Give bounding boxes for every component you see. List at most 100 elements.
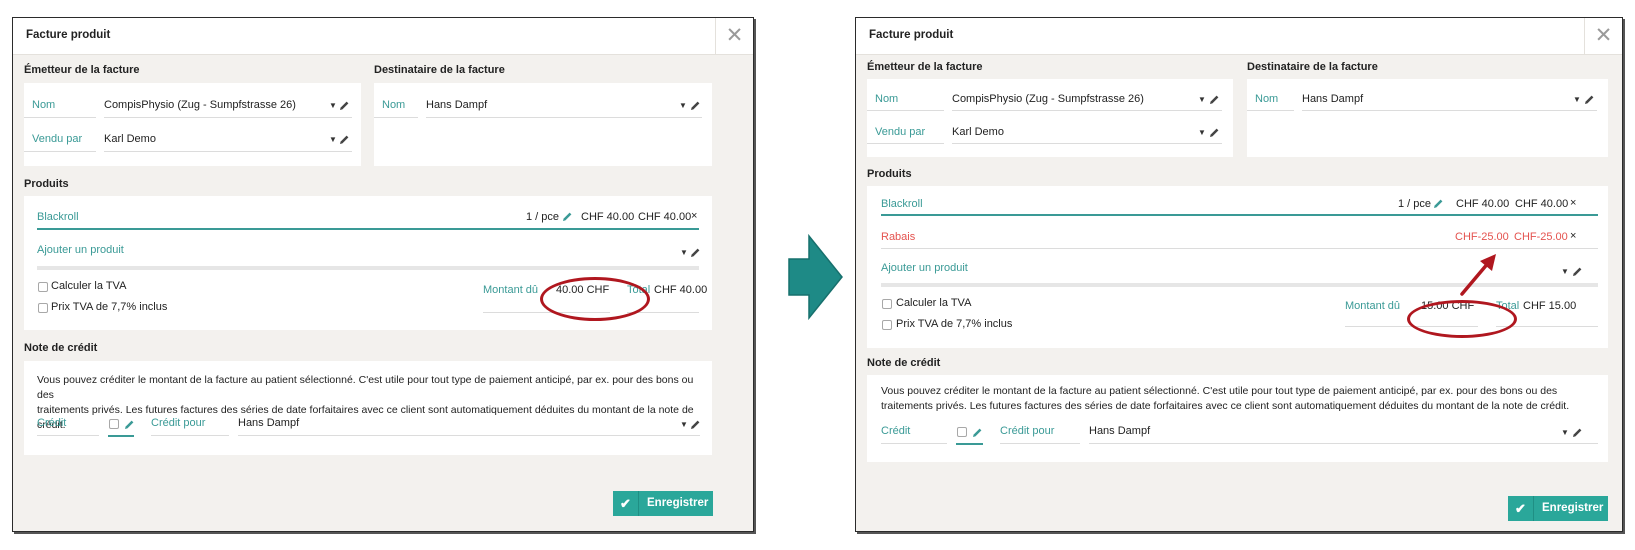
product-divider: [37, 266, 699, 270]
credit-note-section-title: Note de crédit: [24, 342, 98, 354]
credit-label: Crédit: [37, 417, 67, 429]
credit-for-label: Crédit pour: [151, 417, 206, 429]
chevron-down-icon[interactable]: ▼: [680, 248, 688, 257]
recipient-panel: Nom Hans Dampf ▼: [374, 83, 712, 166]
save-button-label: Enregistrer: [647, 497, 709, 509]
credit-note-line: Vous pouvez créditer le montant de la fa…: [881, 385, 1558, 397]
chevron-down-icon[interactable]: ▼: [329, 135, 337, 144]
vat-calc-checkbox[interactable]: [38, 282, 48, 292]
credit-checkbox[interactable]: [109, 419, 119, 429]
discount-name[interactable]: Rabais: [881, 231, 915, 243]
recipient-name-value[interactable]: Hans Dampf: [426, 99, 487, 111]
chevron-down-icon[interactable]: ▼: [679, 101, 687, 110]
pencil-icon[interactable]: [124, 419, 135, 430]
product-name[interactable]: Blackroll: [881, 198, 923, 210]
recipient-section-title: Destinataire de la facture: [374, 64, 505, 76]
product-name[interactable]: Blackroll: [37, 211, 79, 223]
amount-due-label: Montant dû: [1345, 300, 1401, 312]
credit-note-text: Vous pouvez créditer le montant de la fa…: [881, 384, 1603, 414]
remove-icon[interactable]: ×: [1570, 230, 1576, 242]
chevron-down-icon[interactable]: ▼: [1561, 428, 1569, 437]
credit-note-line: traitements privés. Les futures factures…: [881, 400, 1570, 412]
issuer-section-title: Émetteur de la facture: [867, 61, 983, 73]
product-line-total: CHF 40.00: [638, 211, 692, 223]
save-button[interactable]: ✔ Enregistrer: [613, 491, 713, 516]
recipient-panel: Nom Hans Dampf ▼: [1247, 79, 1608, 157]
pencil-icon[interactable]: [690, 419, 701, 430]
credit-note-line: traitements privés. Les futures factures…: [37, 404, 694, 431]
chevron-down-icon[interactable]: ▼: [1561, 267, 1569, 276]
vat-included-checkbox[interactable]: [882, 320, 892, 330]
vat-included-label: Prix TVA de 7,7% inclus: [51, 301, 168, 313]
recipient-section-title: Destinataire de la facture: [1247, 61, 1378, 73]
transition-arrow-icon: [788, 234, 843, 320]
pencil-icon[interactable]: [1572, 427, 1583, 438]
products-section-title: Produits: [867, 168, 912, 180]
issuer-name-value[interactable]: CompisPhysio (Zug - Sumpfstrasse 26): [952, 93, 1144, 105]
add-product-dropdown[interactable]: Ajouter un produit: [881, 262, 968, 274]
vat-calc-checkbox[interactable]: [882, 299, 892, 309]
pencil-icon[interactable]: [690, 247, 701, 258]
annotation-arrow-icon: [1460, 254, 1496, 296]
sold-by-value[interactable]: Karl Demo: [104, 133, 156, 145]
check-icon: ✔: [1508, 496, 1534, 521]
credit-note-section-title: Note de crédit: [867, 357, 941, 369]
remove-icon[interactable]: ×: [691, 210, 697, 222]
discount-unit-price: CHF-25.00: [1455, 231, 1509, 243]
credit-for-value[interactable]: Hans Dampf: [1089, 425, 1150, 437]
credit-note-panel: Vous pouvez créditer le montant de la fa…: [24, 361, 712, 455]
issuer-panel: Nom CompisPhysio (Zug - Sumpfstrasse 26)…: [24, 83, 361, 166]
recipient-name-value[interactable]: Hans Dampf: [1302, 93, 1363, 105]
check-icon: ✔: [613, 491, 639, 516]
invoice-dialog-after: Facture produit ✕ Émetteur de la facture…: [855, 17, 1623, 532]
sold-by-value[interactable]: Karl Demo: [952, 126, 1004, 138]
pencil-icon[interactable]: [1209, 94, 1220, 105]
total-value: CHF 40.00: [654, 284, 708, 296]
invoice-dialog-before: Facture produit ✕ Émetteur de la facture…: [12, 17, 754, 532]
highlight-ellipse: [540, 277, 650, 321]
chevron-down-icon[interactable]: ▼: [1198, 128, 1206, 137]
total-value: CHF 15.00: [1523, 300, 1577, 312]
chevron-down-icon[interactable]: ▼: [1573, 95, 1581, 104]
pencil-icon[interactable]: [339, 134, 350, 145]
highlight-ellipse: [1407, 300, 1517, 338]
pencil-icon[interactable]: [1572, 266, 1583, 277]
remove-icon[interactable]: ×: [1570, 197, 1576, 209]
product-quantity[interactable]: 1 / pce: [526, 211, 559, 223]
issuer-panel: Nom CompisPhysio (Zug - Sumpfstrasse 26)…: [867, 79, 1233, 157]
recipient-name-label: Nom: [382, 99, 406, 111]
issuer-section-title: Émetteur de la facture: [24, 64, 140, 76]
product-unit-price: CHF 40.00: [581, 211, 635, 223]
products-section-title: Produits: [24, 178, 69, 190]
product-unit-price: CHF 40.00: [1456, 198, 1510, 210]
close-icon[interactable]: ✕: [715, 18, 753, 55]
close-icon[interactable]: ✕: [1584, 18, 1622, 55]
issuer-name-label: Nom: [32, 99, 56, 111]
sold-by-label: Vendu par: [32, 133, 83, 145]
pencil-icon[interactable]: [690, 100, 701, 111]
credit-for-label: Crédit pour: [1000, 425, 1055, 437]
pencil-icon[interactable]: [339, 100, 350, 111]
save-button[interactable]: ✔ Enregistrer: [1508, 496, 1608, 521]
issuer-name-value[interactable]: CompisPhysio (Zug - Sumpfstrasse 26): [104, 99, 296, 111]
amount-due-label: Montant dû: [483, 284, 539, 296]
pencil-icon[interactable]: [1433, 198, 1444, 209]
product-quantity[interactable]: 1 / pce: [1398, 198, 1431, 210]
vat-included-label: Prix TVA de 7,7% inclus: [896, 318, 1013, 330]
add-product-dropdown[interactable]: Ajouter un produit: [37, 244, 124, 256]
pencil-icon[interactable]: [562, 211, 573, 222]
chevron-down-icon[interactable]: ▼: [680, 420, 688, 429]
credit-for-value[interactable]: Hans Dampf: [238, 417, 299, 429]
pencil-icon[interactable]: [972, 427, 983, 438]
dialog-title: Facture produit: [869, 29, 954, 41]
chevron-down-icon[interactable]: ▼: [1198, 95, 1206, 104]
discount-line-total: CHF-25.00: [1514, 231, 1568, 243]
pencil-icon[interactable]: [1584, 94, 1595, 105]
pencil-icon[interactable]: [1209, 127, 1220, 138]
recipient-name-label: Nom: [1255, 93, 1279, 105]
vat-calc-label: Calculer la TVA: [896, 297, 972, 309]
product-line-total: CHF 40.00: [1515, 198, 1569, 210]
chevron-down-icon[interactable]: ▼: [329, 101, 337, 110]
credit-checkbox[interactable]: [957, 427, 967, 437]
vat-included-checkbox[interactable]: [38, 303, 48, 313]
